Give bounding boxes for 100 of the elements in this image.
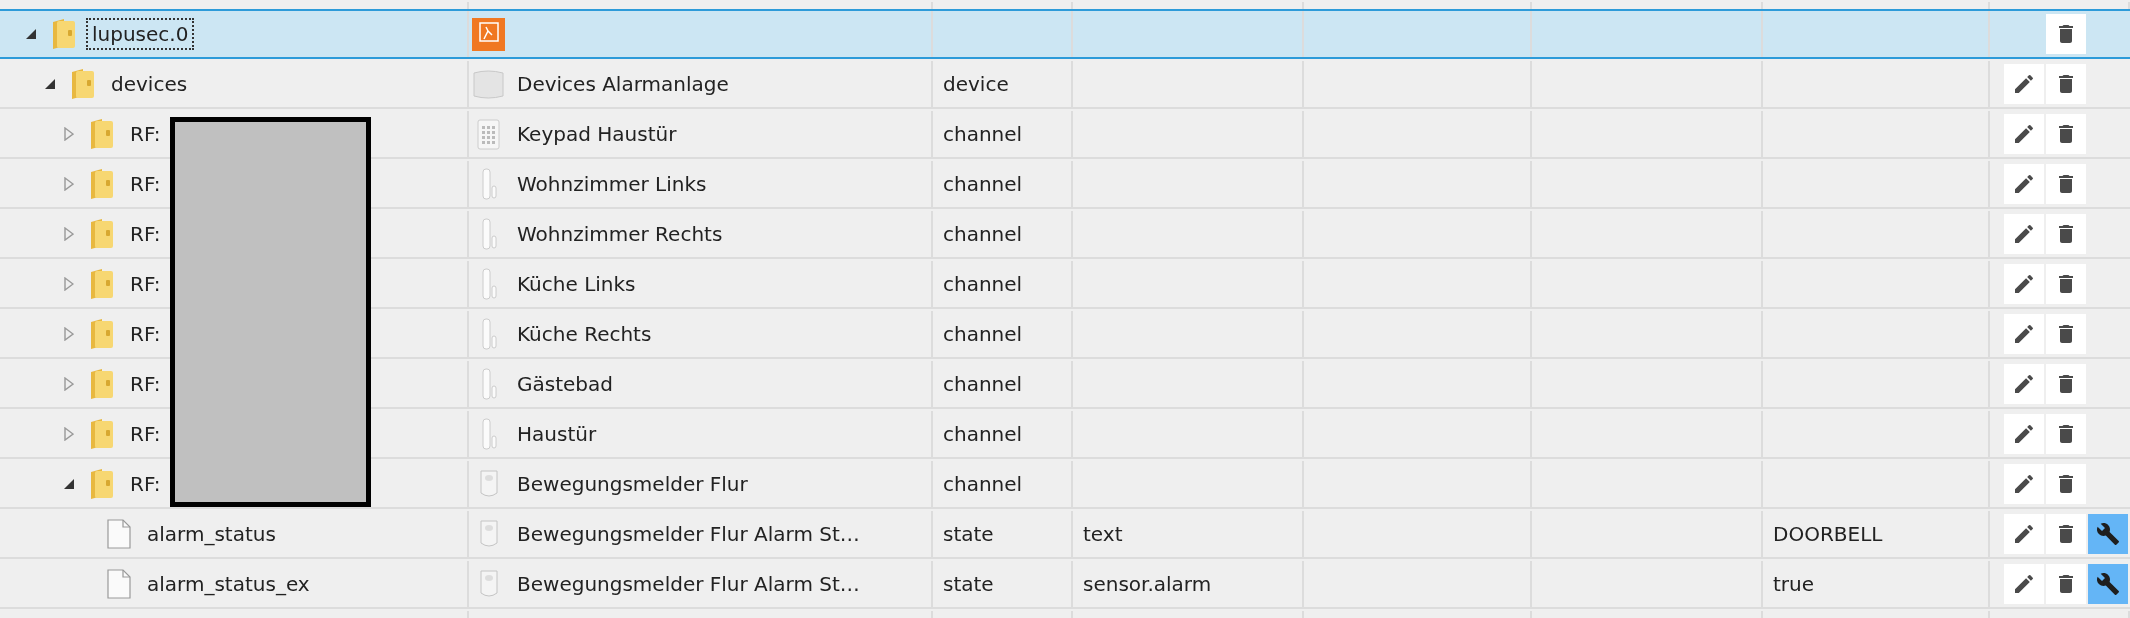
object-value: DOORBELL	[1773, 522, 1883, 546]
object-id: RF:	[129, 471, 162, 498]
motion-sensor-icon	[478, 569, 500, 599]
tree-row[interactable]: alarm_status Bewegungsmelder Flur Alarm St… state text DOORBELL	[0, 509, 2130, 559]
folder-icon	[88, 118, 114, 150]
folder-icon	[88, 168, 114, 200]
tree-row[interactable]: devices Devices Alarmanlage device	[0, 59, 2130, 109]
edit-button[interactable]	[2004, 364, 2044, 404]
object-name: Bewegungsmelder Flur Alarm St…	[517, 572, 860, 596]
edit-button[interactable]	[2004, 314, 2044, 354]
object-id: lupusec.0	[88, 20, 193, 48]
delete-button[interactable]	[2046, 364, 2086, 404]
edit-button[interactable]	[2004, 64, 2044, 104]
object-name: Küche Rechts	[517, 322, 652, 346]
expanded-arrow-icon[interactable]	[45, 79, 55, 89]
edit-button[interactable]	[2004, 114, 2044, 154]
delete-button[interactable]	[2046, 564, 2086, 604]
tree-row[interactable]: RF: Bewegungsmelder Flur channel	[0, 459, 2130, 509]
object-id: RF:	[129, 371, 162, 398]
tree-row[interactable]: RF: Haustür channel	[0, 409, 2130, 459]
delete-button[interactable]	[2046, 114, 2086, 154]
object-name: Keypad Haustür	[517, 122, 677, 146]
delete-button[interactable]	[2046, 414, 2086, 454]
object-type: state	[943, 572, 994, 596]
edit-button[interactable]	[2004, 264, 2044, 304]
file-icon	[107, 569, 131, 599]
door-sensor-icon	[479, 317, 499, 351]
motion-sensor-icon	[478, 469, 500, 499]
tree-row[interactable]: RF: Küche Rechts channel	[0, 309, 2130, 359]
tree-row[interactable]: RF: Keypad Haustür channel	[0, 109, 2130, 159]
tree-row[interactable]: RF: Gästebad channel	[0, 359, 2130, 409]
expanded-arrow-icon[interactable]	[64, 479, 74, 489]
edit-button[interactable]	[2004, 564, 2044, 604]
object-id: RF:	[129, 421, 162, 448]
edit-button[interactable]	[2004, 464, 2044, 504]
delete-button[interactable]	[2046, 264, 2086, 304]
settings-button[interactable]	[2088, 514, 2128, 554]
edit-button[interactable]	[2004, 514, 2044, 554]
door-sensor-icon	[479, 217, 499, 251]
pencil-icon	[2012, 572, 2036, 596]
object-value: true	[1773, 572, 1815, 596]
pencil-icon	[2012, 122, 2036, 146]
delete-button[interactable]	[2046, 464, 2086, 504]
folder-icon	[88, 268, 114, 300]
object-type: device	[943, 72, 1009, 96]
alarm-panel-icon	[472, 67, 505, 101]
folder-icon	[50, 18, 76, 50]
object-type: channel	[943, 322, 1023, 346]
folder-icon	[88, 218, 114, 250]
object-name: Devices Alarmanlage	[517, 72, 729, 96]
folder-icon	[69, 68, 95, 100]
expanded-arrow-icon[interactable]	[26, 29, 36, 39]
object-role: sensor.alarm	[1083, 572, 1212, 596]
pencil-icon	[2012, 72, 2036, 96]
delete-button[interactable]	[2046, 314, 2086, 354]
tree-row[interactable]: RF: Küche Links channel	[0, 259, 2130, 309]
object-type: channel	[943, 272, 1023, 296]
door-sensor-icon	[479, 417, 499, 451]
pencil-icon	[2012, 372, 2036, 396]
object-id: RF:	[129, 271, 162, 298]
delete-button[interactable]	[2046, 214, 2086, 254]
tree-row[interactable]: alarm_status_ex Bewegungsmelder Flur Alarm St… state sensor.alarm true	[0, 559, 2130, 609]
object-name: Bewegungsmelder Flur Alarm St…	[517, 522, 860, 546]
object-type: channel	[943, 122, 1023, 146]
door-sensor-icon	[479, 167, 499, 201]
object-id: devices	[110, 71, 189, 98]
logo-icon	[472, 17, 505, 51]
file-icon	[107, 519, 131, 549]
motion-sensor-icon	[478, 519, 500, 549]
object-type: channel	[943, 222, 1023, 246]
object-name: Wohnzimmer Rechts	[517, 222, 723, 246]
object-type: channel	[943, 172, 1023, 196]
door-sensor-icon	[479, 267, 499, 301]
door-sensor-icon	[479, 367, 499, 401]
delete-button[interactable]	[2046, 14, 2086, 54]
object-type: channel	[943, 472, 1023, 496]
tree-row[interactable]: RF: Wohnzimmer Rechts channel	[0, 209, 2130, 259]
delete-button[interactable]	[2046, 64, 2086, 104]
object-name: Wohnzimmer Links	[517, 172, 707, 196]
folder-icon	[88, 418, 114, 450]
wrench-icon	[2096, 522, 2120, 546]
object-name: Küche Links	[517, 272, 636, 296]
edit-button[interactable]	[2004, 164, 2044, 204]
object-id: alarm_status	[146, 521, 277, 548]
wrench-icon	[2096, 572, 2120, 596]
tree-row[interactable]: RF: Wohnzimmer Links channel	[0, 159, 2130, 209]
delete-button[interactable]	[2046, 514, 2086, 554]
delete-button[interactable]	[2046, 164, 2086, 204]
settings-button[interactable]	[2088, 564, 2128, 604]
object-id: RF:	[129, 121, 162, 148]
pencil-icon	[2012, 472, 2036, 496]
edit-button[interactable]	[2004, 214, 2044, 254]
object-id: RF:	[129, 221, 162, 248]
edit-button[interactable]	[2004, 414, 2044, 454]
pencil-icon	[2012, 422, 2036, 446]
pencil-icon	[2012, 322, 2036, 346]
object-id: RF:	[129, 171, 162, 198]
pencil-icon	[2012, 272, 2036, 296]
folder-icon	[88, 318, 114, 350]
tree-row[interactable]: lupusec.0	[0, 9, 2130, 59]
